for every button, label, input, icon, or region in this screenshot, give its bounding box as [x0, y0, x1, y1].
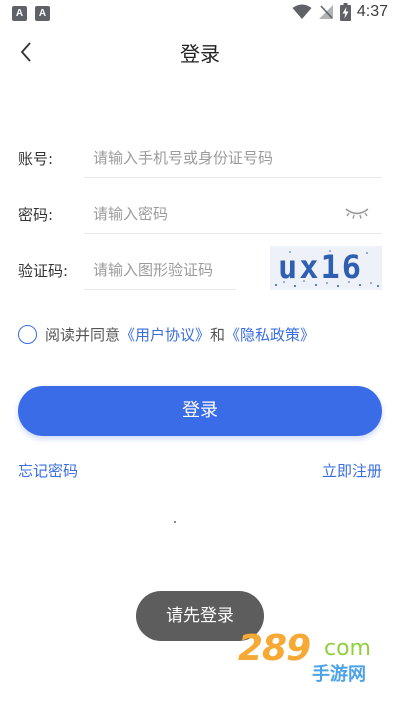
- app-notification-icon: A: [12, 6, 27, 21]
- app-notification-icon: A: [35, 6, 50, 21]
- header: 登录: [0, 30, 400, 74]
- account-label: 账号:: [18, 150, 54, 168]
- agreement-conjunction: 和: [210, 325, 226, 344]
- site-watermark-logo: 289 com 手游网: [238, 628, 388, 688]
- account-input[interactable]: [84, 138, 382, 178]
- captcha-label: 验证码:: [18, 262, 69, 280]
- watermark-domain: com: [324, 636, 371, 661]
- captcha-image[interactable]: ux16: [270, 246, 382, 290]
- watermark-number: 289: [238, 628, 311, 669]
- privacy-policy-link[interactable]: 《隐私政策》: [225, 324, 315, 345]
- user-agreement-link[interactable]: 《用户协议》: [120, 324, 210, 345]
- notification-icons: A A: [12, 6, 50, 21]
- agreement-row: 阅读并同意 《用户协议》 和 《隐私政策》: [18, 322, 315, 346]
- password-row: 密码:: [0, 188, 400, 244]
- account-row: 账号:: [0, 132, 400, 188]
- captcha-row: 验证码: ux16: [0, 244, 400, 300]
- system-icons: 4:37: [292, 3, 388, 21]
- login-button[interactable]: 登录: [18, 386, 382, 436]
- captcha-code: ux16: [278, 248, 364, 286]
- captcha-input[interactable]: [84, 250, 236, 290]
- register-link[interactable]: 立即注册: [322, 460, 382, 481]
- decorative-dot: [174, 521, 176, 523]
- agreement-prefix: 阅读并同意: [45, 325, 121, 344]
- watermark-cn-text: 手游网: [312, 664, 366, 685]
- password-input[interactable]: [84, 194, 382, 234]
- battery-charging-icon: [339, 3, 351, 21]
- forgot-password-link[interactable]: 忘记密码: [18, 460, 78, 481]
- eye-closed-icon[interactable]: [344, 204, 370, 222]
- login-screen: A A 4:37 登录 账号: 请输入手机号或身份证号码 密码: 验证码: 请输…: [0, 0, 400, 711]
- agreement-checkbox[interactable]: [18, 324, 37, 344]
- wifi-icon: [292, 4, 312, 19]
- status-bar: A A 4:37: [0, 0, 400, 28]
- status-time: 4:37: [356, 3, 388, 20]
- page-title: 登录: [180, 42, 220, 66]
- password-label: 密码:: [18, 206, 54, 224]
- no-signal-icon: [318, 5, 333, 19]
